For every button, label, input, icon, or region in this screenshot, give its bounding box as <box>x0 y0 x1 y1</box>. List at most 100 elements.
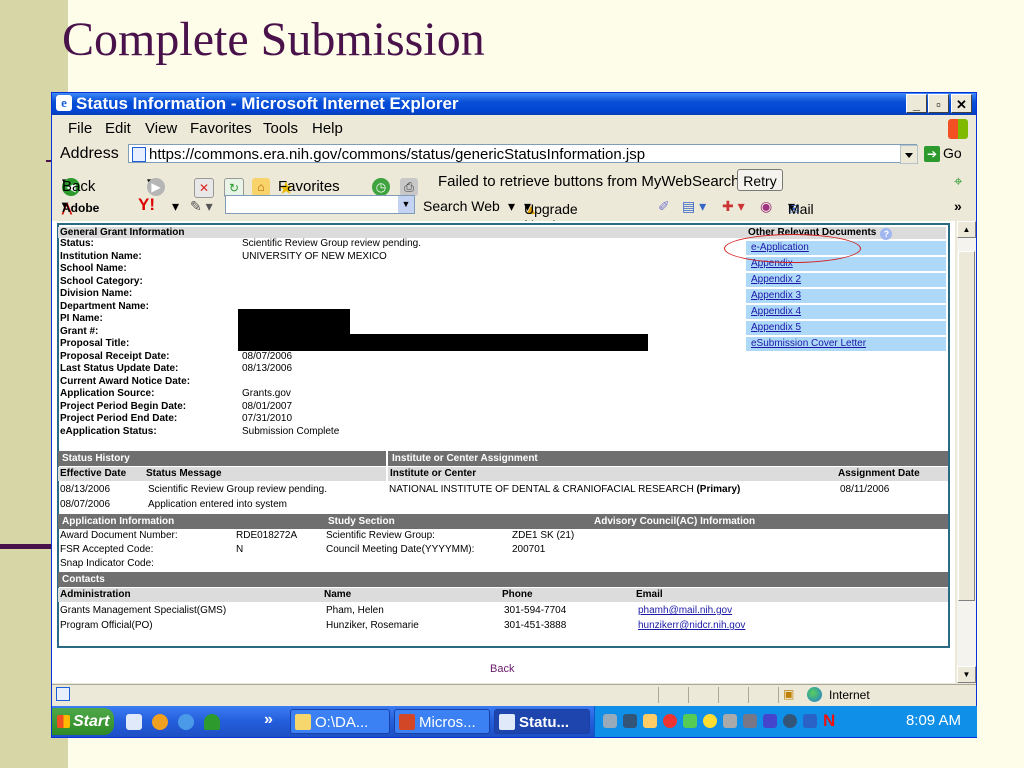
windows-logo-icon <box>57 715 70 728</box>
contact-role: Program Official(PO) <box>60 620 153 631</box>
task-folder[interactable]: O:\DA... <box>290 709 390 734</box>
standard-toolbar: ◀ Back ▾ ▶ ▾ ✕ ↻ ⌂ ★ Favorites ◷ ⎙ Faile… <box>62 173 963 198</box>
ie-page-icon: e <box>56 95 72 111</box>
close-button[interactable]: ✕ <box>951 94 972 113</box>
pencil-icon[interactable]: ✎ ▾ <box>190 198 213 215</box>
search-web-button[interactable]: Search Web <box>423 198 500 214</box>
grant-info-label: Proposal Receipt Date: <box>60 350 170 362</box>
address-label: Address <box>60 145 119 162</box>
contact-phone: 301-594-7704 <box>504 605 567 616</box>
yahoo-search-input[interactable] <box>225 195 415 214</box>
minimize-button[interactable]: _ <box>906 94 927 113</box>
address-input[interactable]: https://commons.era.nih.gov/commons/stat… <box>128 144 917 163</box>
health-icon[interactable]: ✚ ▾ <box>722 198 745 215</box>
antivirus-tray-icon[interactable] <box>763 714 777 728</box>
forward-button[interactable]: ▶ ▾ <box>147 173 165 196</box>
task-status-info[interactable]: Statu... <box>494 709 590 734</box>
show-desktop-icon[interactable] <box>126 714 142 730</box>
menu-tools[interactable]: Tools <box>263 120 298 137</box>
globe-icon <box>807 687 822 702</box>
scroll-down-icon[interactable]: ▼ <box>957 666 976 683</box>
address-dropdown-icon[interactable] <box>900 145 918 164</box>
status-history-header-row: Effective Date Status Message <box>58 467 386 481</box>
menu-edit[interactable]: Edit <box>105 120 131 137</box>
menu-favorites[interactable]: Favorites <box>190 120 252 137</box>
grant-info-row: Institution Name: UNIVERSITY OF NEW MEXIC… <box>58 251 748 264</box>
grant-info-row: School Name: <box>58 263 748 276</box>
title-bar[interactable]: e Status Information - Microsoft Interne… <box>52 93 976 115</box>
upgrade-button[interactable]: ▲ Upgrade Now! ▾ <box>524 198 578 233</box>
yahoo-search-dropdown-icon[interactable]: ▼ <box>398 196 414 213</box>
doc-link-appendix-3[interactable]: Appendix 3 <box>746 289 946 303</box>
mail-tray-icon[interactable] <box>643 714 657 728</box>
flag-tray-icon[interactable] <box>803 714 817 728</box>
go-button[interactable]: ➔ Go <box>924 145 962 162</box>
scroll-thumb[interactable] <box>958 251 975 601</box>
doc-link-appendix-4[interactable]: Appendix 4 <box>746 305 946 319</box>
page-content: General Grant Information Status: Scienti… <box>52 221 955 683</box>
vertical-scrollbar[interactable]: ▲ ▼ <box>957 221 976 683</box>
slide-title: Complete Submission <box>62 13 485 66</box>
start-button[interactable]: Start <box>52 708 114 735</box>
powerpoint-icon <box>399 714 415 730</box>
status-cell <box>748 687 779 703</box>
back-link[interactable]: Back <box>490 663 514 675</box>
scroll-up-icon[interactable]: ▲ <box>957 221 976 238</box>
yahoo-dropdown-icon[interactable]: ▾ <box>172 198 179 215</box>
maximize-button[interactable]: ▫ <box>928 94 949 113</box>
grant-info-label: Current Award Notice Date: <box>60 375 191 387</box>
toolbar-overflow-button[interactable]: » <box>954 198 962 214</box>
application-info-heading: Application Information <box>58 514 324 529</box>
grant-info-label: Application Source: <box>60 388 155 399</box>
retry-button[interactable]: Retry <box>737 169 783 191</box>
council-label: Council Meeting Date(YYYYMM): <box>326 544 475 555</box>
quicklaunch-overflow[interactable]: » <box>264 711 273 729</box>
go-arrow-icon: ➔ <box>924 146 940 162</box>
doc-link-appendix-5[interactable]: Appendix 5 <box>746 321 946 335</box>
grant-info-value: UNIVERSITY OF NEW MEXICO <box>242 250 387 262</box>
grant-info-row: Division Name: <box>58 288 748 301</box>
toolbar-options-icon[interactable]: ⌖ <box>954 173 962 190</box>
back-button[interactable]: ◀ Back ▾ <box>62 173 95 196</box>
doc-link-appendix-2[interactable]: Appendix 2 <box>746 273 946 287</box>
mail-button[interactable]: ✉ Mail ▾ <box>788 198 814 217</box>
printer-tray-icon[interactable] <box>743 714 757 728</box>
messenger-tray-icon[interactable] <box>683 714 697 728</box>
norton-tray-icon[interactable]: N <box>823 711 835 731</box>
monitor-tray-icon[interactable] <box>623 714 637 728</box>
launch-icon[interactable]: ◉ <box>760 198 772 215</box>
search-web-dropdown-icon[interactable]: ▾ <box>508 198 515 215</box>
award-doc-value: RDE018272A <box>236 530 298 541</box>
grant-info-row: Status: Scientific Review Group review pe… <box>58 238 748 251</box>
news-icon[interactable]: ▤ ▾ <box>682 198 706 215</box>
menu-view[interactable]: View <box>145 120 177 137</box>
zone-cell: ▣ Internet <box>778 687 977 703</box>
menu-file[interactable]: File <box>68 120 92 137</box>
fsr-label: FSR Accepted Code: <box>60 544 154 555</box>
doc-link-cover-letter[interactable]: eSubmission Cover Letter <box>746 337 946 351</box>
yahoo-button[interactable]: Y! <box>138 195 155 215</box>
highlight-icon[interactable]: ✐ <box>658 198 670 215</box>
contact-email-link[interactable]: phamh@mail.nih.gov <box>638 604 732 618</box>
contact-email-link[interactable]: hunzikerr@nidcr.nih.gov <box>638 619 745 633</box>
assignment-ic: NATIONAL INSTITUTE OF DENTAL & CRANIOFAC… <box>389 484 741 495</box>
mywebsearch-message: Failed to retrieve buttons from MyWebSea… <box>438 173 744 190</box>
settings-tray-icon[interactable] <box>723 714 737 728</box>
update-tray-icon[interactable] <box>783 714 797 728</box>
grant-info-row: Last Status Update Date: 08/13/2006 <box>58 363 748 376</box>
adobe-button[interactable]: ⋀ Adobe ▾ <box>62 198 99 215</box>
assignment-header-row: Institute or Center Assignment Date <box>388 467 948 481</box>
media-icon[interactable] <box>152 714 168 730</box>
grant-info-row: School Category: <box>58 276 748 289</box>
shield-tray-icon[interactable] <box>663 714 677 728</box>
address-url: https://commons.era.nih.gov/commons/stat… <box>149 146 646 163</box>
menu-bar: File Edit View Favorites Tools Help <box>52 116 976 140</box>
network-tray-icon[interactable] <box>603 714 617 728</box>
tree-icon[interactable] <box>204 714 220 730</box>
help-icon[interactable]: ? <box>880 228 893 240</box>
ie-quicklaunch-icon[interactable] <box>178 714 194 730</box>
menu-help[interactable]: Help <box>312 120 343 137</box>
history-date: 08/13/2006 <box>60 484 111 495</box>
task-powerpoint[interactable]: Micros... <box>394 709 490 734</box>
smiley-tray-icon[interactable] <box>703 714 717 728</box>
